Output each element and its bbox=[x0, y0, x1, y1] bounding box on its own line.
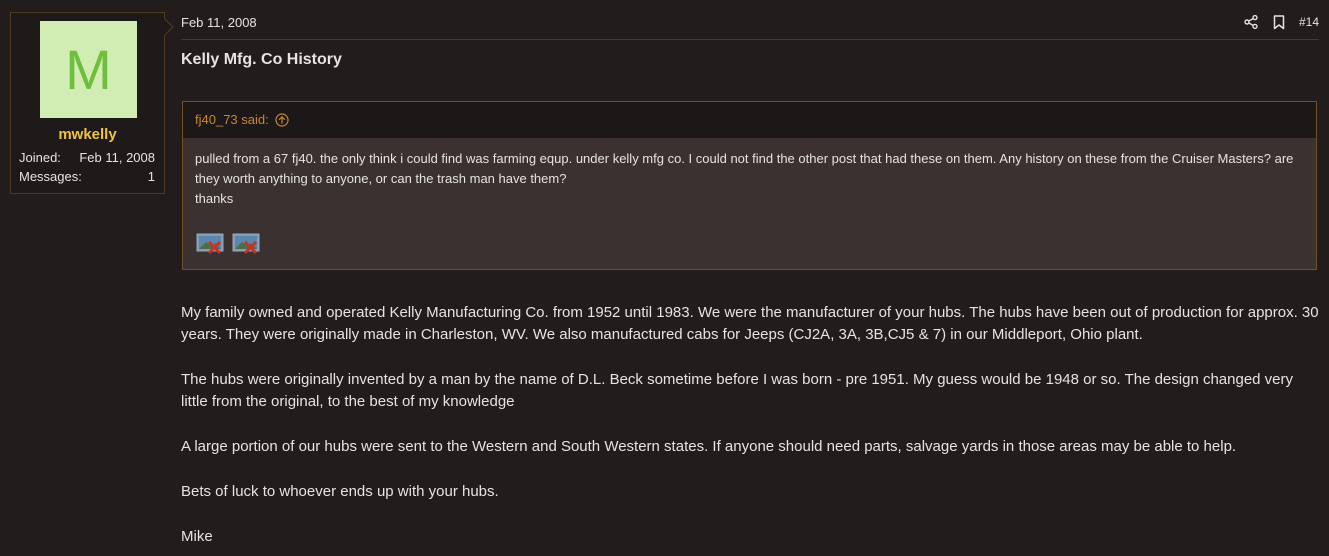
avatar[interactable]: M bbox=[40, 21, 137, 118]
quote-attribution[interactable]: fj40_73 said: bbox=[183, 102, 1316, 138]
broken-image-icon[interactable] bbox=[232, 231, 262, 255]
message-signature: Mike bbox=[181, 528, 213, 545]
message-paragraph: My family owned and operated Kelly Manuf… bbox=[181, 304, 1319, 343]
quote-block: fj40_73 said: pulled from a 67 fj40. the… bbox=[182, 101, 1317, 270]
messages-stat: Messages: 1 bbox=[19, 169, 155, 184]
message-paragraph: The hubs were originally invented by a m… bbox=[181, 371, 1294, 410]
message-paragraph: A large portion of our hubs were sent to… bbox=[181, 438, 1237, 455]
header-divider bbox=[181, 39, 1319, 40]
post-number-link[interactable]: #14 bbox=[1299, 15, 1319, 29]
post-date[interactable]: Feb 11, 2008 bbox=[181, 15, 257, 30]
messages-value: 1 bbox=[147, 169, 155, 184]
broken-image-icon[interactable] bbox=[196, 231, 226, 255]
quote-author[interactable]: fj40_73 said: bbox=[195, 112, 269, 127]
joined-value: Feb 11, 2008 bbox=[79, 150, 155, 165]
quote-text: thanks bbox=[195, 191, 234, 206]
joined-label: Joined: bbox=[19, 150, 61, 165]
forum-post: M mwkelly Joined: Feb 11, 2008 Messages:… bbox=[0, 0, 1329, 556]
username-link[interactable]: mwkelly bbox=[11, 126, 164, 143]
user-panel: M mwkelly Joined: Feb 11, 2008 Messages:… bbox=[10, 12, 174, 194]
quote-attachments bbox=[196, 231, 262, 255]
quote-text: pulled from a 67 fj40. the only think i … bbox=[195, 151, 1294, 186]
message-paragraph: Bets of luck to whoever ends up with you… bbox=[181, 483, 499, 500]
arrow-up-circle-icon[interactable] bbox=[275, 112, 289, 130]
quote-content: pulled from a 67 fj40. the only think i … bbox=[183, 138, 1316, 209]
message-body: My family owned and operated Kelly Manuf… bbox=[181, 302, 1321, 556]
panel-arrow bbox=[156, 18, 174, 36]
bookmark-icon[interactable] bbox=[1271, 14, 1287, 30]
messages-label: Messages: bbox=[19, 169, 82, 184]
thread-title: Kelly Mfg. Co History bbox=[181, 51, 342, 68]
post-actions: #14 bbox=[1243, 13, 1319, 31]
share-icon[interactable] bbox=[1243, 14, 1259, 30]
joined-stat: Joined: Feb 11, 2008 bbox=[19, 150, 155, 165]
